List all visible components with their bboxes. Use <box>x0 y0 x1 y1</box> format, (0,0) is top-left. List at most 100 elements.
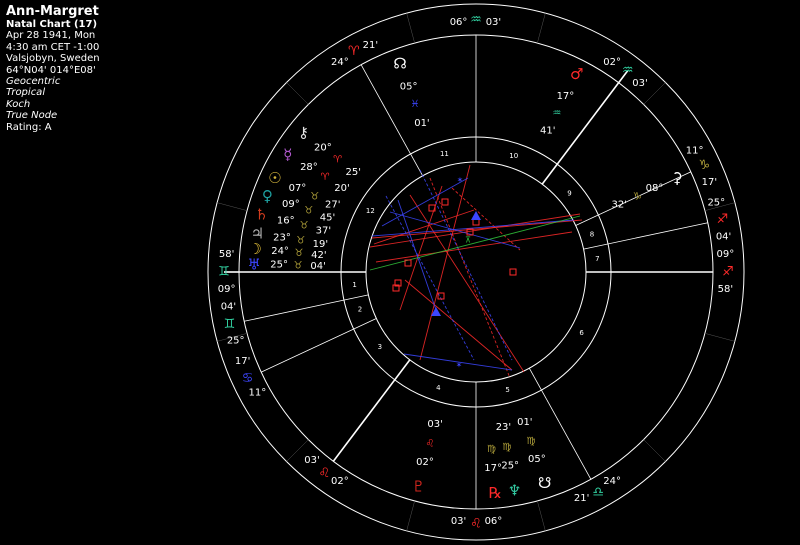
cusp-degree: 24° <box>603 476 621 487</box>
planet-minutes: 19' <box>313 239 328 250</box>
planet-minutes: 23' <box>496 422 511 433</box>
planet-degree: 25° <box>270 260 288 271</box>
sign-divider <box>643 439 666 462</box>
cusp-line-8 <box>583 222 708 250</box>
planet-minutes: 20' <box>334 183 349 194</box>
planet-degree: 09° <box>282 199 300 210</box>
cusp-sign-icon: ♌ <box>319 466 331 481</box>
cusp-degree: 02° <box>331 476 349 487</box>
planet-degree: 07° <box>289 183 307 194</box>
house-number-1: 1 <box>352 281 356 289</box>
cusp-degree: 25° <box>707 198 725 209</box>
cusp-sign-icon: ♌ <box>470 517 482 532</box>
planet-degree: 05° <box>528 454 546 465</box>
cusp-degree: 24° <box>331 57 349 68</box>
house-number-5: 5 <box>505 386 509 394</box>
cusp-degree: 09° <box>717 249 735 260</box>
planet-minutes: 25' <box>345 167 360 178</box>
cusp-sign-icon: ♎ <box>592 485 604 500</box>
planet-glyph-icon: ♃ <box>251 224 264 242</box>
cusp-minutes: 04' <box>221 301 236 312</box>
planet-glyph-icon: ☊ <box>393 54 406 72</box>
cusp-minutes: 58' <box>219 249 234 260</box>
planet-glyph-icon: ♅ <box>247 255 260 273</box>
planet-glyph-icon: ☿ <box>283 145 292 163</box>
natal-chart-wheel: ✶✶⊼ 1234 56789101112 09°♊58'25°♊04'11°♋17… <box>207 3 745 541</box>
cusp-minutes: 04' <box>716 232 731 243</box>
house-number-11: 11 <box>440 150 449 158</box>
cusp-minutes: 17' <box>235 356 250 367</box>
cusp-degree: 06° <box>485 516 503 527</box>
cusp-line-4 <box>332 359 411 462</box>
cusp-minutes: 03' <box>451 516 466 527</box>
cusp-sign-icon: ♐ <box>717 212 729 227</box>
planet-degree: 25° <box>501 461 519 472</box>
house-number-7: 7 <box>595 255 599 263</box>
cusp-minutes: 58' <box>718 284 733 295</box>
house-number-10: 10 <box>509 152 518 160</box>
cusp-degree: 11° <box>686 145 704 156</box>
sextile-aspect-mark: ✶ <box>456 361 463 370</box>
planet-sign-icon: ♉ <box>310 191 319 202</box>
planet-degree: 05° <box>400 81 418 92</box>
aspect-line <box>429 177 511 379</box>
planet-glyph-icon: ☽ <box>248 240 261 258</box>
house-numbers: 1234 56789101112 <box>352 150 599 394</box>
cusp-sign-icon: ♋ <box>242 371 254 386</box>
house-number-2: 2 <box>358 306 362 314</box>
planet-minutes: 03' <box>427 419 442 430</box>
cusp-sign-icon: ♊ <box>218 265 230 280</box>
cusp-sign-icon: ♐ <box>722 265 734 280</box>
planet-glyph-icon: ℞ <box>489 484 502 502</box>
cusp-minutes: 03' <box>486 17 501 28</box>
planet-sign-icon: ♉ <box>300 220 309 231</box>
planet-glyph-icon: ☉ <box>268 169 281 187</box>
planet-glyph-icon: ♇ <box>412 477 425 495</box>
planet-minutes: 01' <box>517 417 532 428</box>
planet-glyph-icon: ♆ <box>508 482 521 500</box>
aspect-lines <box>369 164 583 379</box>
planet-sign-icon: ♉ <box>294 260 303 271</box>
planet-degree: 28° <box>300 162 318 173</box>
aspect-line <box>375 231 573 263</box>
planet-sign-icon: ♒ <box>552 108 561 119</box>
planet-sign-icon: ♈ <box>333 154 342 165</box>
planet-minutes: 04' <box>310 261 325 272</box>
planet-glyph-icon: ☋ <box>538 474 551 492</box>
cusp-degree: 09° <box>218 284 236 295</box>
planet-sign-icon: ♌ <box>425 438 434 449</box>
cusp-line-2 <box>244 294 369 322</box>
cusp-degree: 25° <box>227 335 245 346</box>
planet-sign-icon: ♍ <box>502 442 511 453</box>
house-number-9: 9 <box>567 190 571 198</box>
planet-degree: 17° <box>557 91 575 102</box>
planet-sign-icon: ♈ <box>321 172 330 183</box>
planet-sign-icon: ♉ <box>294 248 303 259</box>
planet-minutes: 27' <box>325 200 340 211</box>
cusp-sign-icon: ♒ <box>622 63 634 78</box>
trine-aspect-mark <box>471 211 481 220</box>
sign-divider <box>217 202 248 211</box>
aspect-line <box>419 164 471 361</box>
planet-labels: ♅ 25° ♉ 04'☽ 24° ♉ 42'♃ 23° ♉ 19'♄ 16° ♉ 37'♀ 09°♉45'… <box>247 54 682 502</box>
sign-divider <box>704 333 735 342</box>
house-number-3: 3 <box>378 343 382 351</box>
cusp-line-3 <box>261 318 377 373</box>
planet-minutes: 45' <box>320 212 335 223</box>
planet-sign-icon: ♍ <box>527 436 536 447</box>
inner-ring <box>365 161 587 383</box>
aspect-line <box>397 199 437 311</box>
planet-degree: 08° <box>646 183 664 194</box>
planet-minutes: 01' <box>414 118 429 129</box>
cusp-degree: 06° <box>450 17 468 28</box>
aspect-line <box>451 187 521 251</box>
planet-glyph-icon: ♄ <box>255 206 268 224</box>
cusp-degree: 11° <box>248 388 266 399</box>
cusp-minutes: 21' <box>574 493 589 504</box>
square-aspect-mark <box>509 268 517 276</box>
planet-sign-icon: ♉ <box>304 206 313 217</box>
planet-degree: 23° <box>273 232 291 243</box>
cusp-minutes: 03' <box>632 78 647 89</box>
planet-degree: 24° <box>271 246 289 257</box>
planet-degree: 02° <box>416 457 434 468</box>
